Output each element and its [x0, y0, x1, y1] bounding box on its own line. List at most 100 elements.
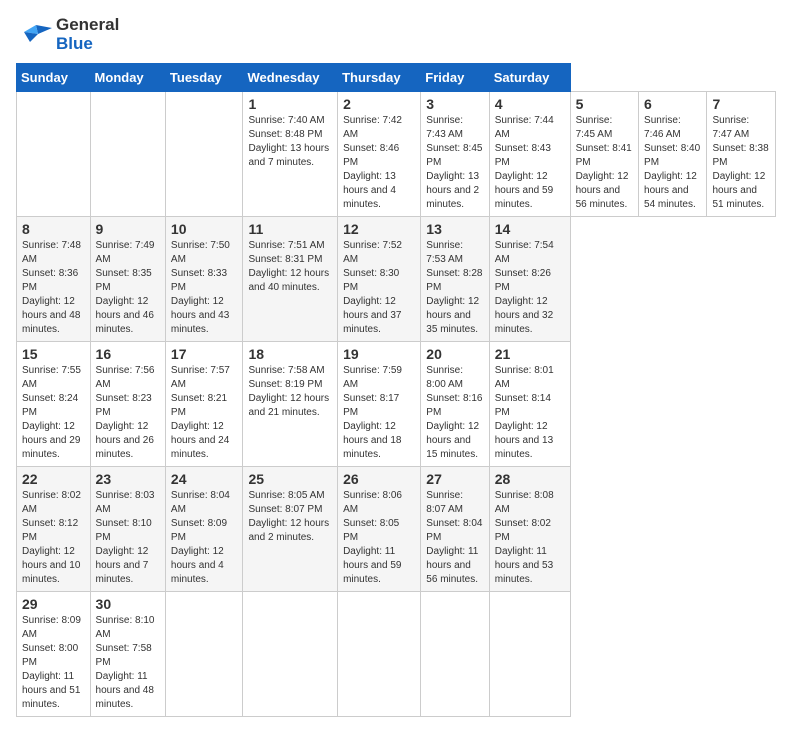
calendar-table: SundayMondayTuesdayWednesdayThursdayFrid… — [16, 63, 776, 717]
day-info: Sunrise: 8:02 AMSunset: 8:12 PMDaylight:… — [22, 489, 85, 587]
empty-cell — [489, 592, 570, 717]
day-info: Sunrise: 7:58 AMSunset: 8:19 PMDaylight:… — [248, 364, 332, 420]
day-info: Sunrise: 7:49 AMSunset: 8:35 PMDaylight:… — [96, 239, 160, 337]
day-number: 10 — [171, 221, 238, 237]
empty-cell — [17, 92, 91, 217]
day-info: Sunrise: 8:08 AMSunset: 8:02 PMDaylight:… — [495, 489, 565, 587]
empty-cell — [165, 592, 243, 717]
day-number: 18 — [248, 346, 332, 362]
weekday-header: Saturday — [489, 64, 570, 92]
day-cell: 1 Sunrise: 7:40 AMSunset: 8:48 PMDaylight… — [243, 92, 338, 217]
day-number: 21 — [495, 346, 565, 362]
day-info: Sunrise: 8:00 AMSunset: 8:16 PMDaylight:… — [426, 364, 483, 462]
day-cell: 14 Sunrise: 7:54 AMSunset: 8:26 PMDayligh… — [489, 217, 570, 342]
day-info: Sunrise: 7:57 AMSunset: 8:21 PMDaylight:… — [171, 364, 238, 462]
day-cell: 13 Sunrise: 7:53 AMSunset: 8:28 PMDayligh… — [421, 217, 489, 342]
day-number: 24 — [171, 471, 238, 487]
day-cell: 16 Sunrise: 7:56 AMSunset: 8:23 PMDayligh… — [90, 342, 165, 467]
day-number: 2 — [343, 96, 415, 112]
day-info: Sunrise: 7:55 AMSunset: 8:24 PMDaylight:… — [22, 364, 85, 462]
day-info: Sunrise: 7:50 AMSunset: 8:33 PMDaylight:… — [171, 239, 238, 337]
day-info: Sunrise: 7:42 AMSunset: 8:46 PMDaylight:… — [343, 114, 415, 212]
day-cell: 17 Sunrise: 7:57 AMSunset: 8:21 PMDayligh… — [165, 342, 243, 467]
day-cell: 12 Sunrise: 7:52 AMSunset: 8:30 PMDayligh… — [338, 217, 421, 342]
day-number: 27 — [426, 471, 483, 487]
day-number: 7 — [712, 96, 770, 112]
day-info: Sunrise: 8:04 AMSunset: 8:09 PMDaylight:… — [171, 489, 238, 587]
day-number: 13 — [426, 221, 483, 237]
day-cell: 27 Sunrise: 8:07 AMSunset: 8:04 PMDayligh… — [421, 467, 489, 592]
day-info: Sunrise: 8:05 AMSunset: 8:07 PMDaylight:… — [248, 489, 332, 545]
day-cell: 2 Sunrise: 7:42 AMSunset: 8:46 PMDaylight… — [338, 92, 421, 217]
day-info: Sunrise: 7:52 AMSunset: 8:30 PMDaylight:… — [343, 239, 415, 337]
day-cell: 8 Sunrise: 7:48 AMSunset: 8:36 PMDaylight… — [17, 217, 91, 342]
day-number: 16 — [96, 346, 160, 362]
day-cell: 28 Sunrise: 8:08 AMSunset: 8:02 PMDayligh… — [489, 467, 570, 592]
day-cell: 29Sunrise: 8:09 AMSunset: 8:00 PMDayligh… — [17, 592, 91, 717]
page-header: General Blue — [16, 16, 776, 53]
day-number: 22 — [22, 471, 85, 487]
day-info: Sunrise: 7:44 AMSunset: 8:43 PMDaylight:… — [495, 114, 565, 212]
empty-cell — [243, 592, 338, 717]
day-cell: 19 Sunrise: 7:59 AMSunset: 8:17 PMDayligh… — [338, 342, 421, 467]
day-info: Sunrise: 7:53 AMSunset: 8:28 PMDaylight:… — [426, 239, 483, 337]
day-cell: 25 Sunrise: 8:05 AMSunset: 8:07 PMDayligh… — [243, 467, 338, 592]
weekday-header: Wednesday — [243, 64, 338, 92]
day-number: 8 — [22, 221, 85, 237]
day-number: 12 — [343, 221, 415, 237]
day-number: 25 — [248, 471, 332, 487]
day-cell: 18 Sunrise: 7:58 AMSunset: 8:19 PMDayligh… — [243, 342, 338, 467]
day-cell: 9 Sunrise: 7:49 AMSunset: 8:35 PMDaylight… — [90, 217, 165, 342]
day-cell: 15 Sunrise: 7:55 AMSunset: 8:24 PMDayligh… — [17, 342, 91, 467]
empty-cell — [338, 592, 421, 717]
day-number: 28 — [495, 471, 565, 487]
day-number: 3 — [426, 96, 483, 112]
day-cell: 7 Sunrise: 7:47 AMSunset: 8:38 PMDaylight… — [707, 92, 776, 217]
day-cell: 20 Sunrise: 8:00 AMSunset: 8:16 PMDayligh… — [421, 342, 489, 467]
logo: General Blue — [16, 16, 119, 53]
day-cell: 26Sunrise: 8:06 AMSunset: 8:05 PMDayligh… — [338, 467, 421, 592]
day-cell: 5 Sunrise: 7:45 AMSunset: 8:41 PMDaylight… — [570, 92, 638, 217]
day-cell: 11Sunrise: 7:51 AMSunset: 8:31 PMDayligh… — [243, 217, 338, 342]
day-number: 9 — [96, 221, 160, 237]
day-number: 1 — [248, 96, 332, 112]
day-number: 30 — [96, 596, 160, 612]
empty-cell — [90, 92, 165, 217]
day-cell: 22 Sunrise: 8:02 AMSunset: 8:12 PMDayligh… — [17, 467, 91, 592]
day-number: 23 — [96, 471, 160, 487]
day-number: 26 — [343, 471, 415, 487]
day-info: Sunrise: 7:54 AMSunset: 8:26 PMDaylight:… — [495, 239, 565, 337]
day-info: Sunrise: 8:03 AMSunset: 8:10 PMDaylight:… — [96, 489, 160, 587]
empty-cell — [421, 592, 489, 717]
day-cell: 21 Sunrise: 8:01 AMSunset: 8:14 PMDayligh… — [489, 342, 570, 467]
day-info: Sunrise: 7:45 AMSunset: 8:41 PMDaylight:… — [576, 114, 633, 212]
day-info: Sunrise: 7:48 AMSunset: 8:36 PMDaylight:… — [22, 239, 85, 337]
day-number: 5 — [576, 96, 633, 112]
day-number: 14 — [495, 221, 565, 237]
weekday-header: Tuesday — [165, 64, 243, 92]
day-info: Sunrise: 8:10 AMSunset: 7:58 PMDaylight:… — [96, 614, 160, 712]
day-number: 6 — [644, 96, 701, 112]
day-info: Sunrise: 7:40 AMSunset: 8:48 PMDaylight:… — [248, 114, 332, 170]
day-info: Sunrise: 7:59 AMSunset: 8:17 PMDaylight:… — [343, 364, 415, 462]
weekday-header: Monday — [90, 64, 165, 92]
weekday-header: Sunday — [17, 64, 91, 92]
day-info: Sunrise: 8:07 AMSunset: 8:04 PMDaylight:… — [426, 489, 483, 587]
day-number: 17 — [171, 346, 238, 362]
day-cell: 4 Sunrise: 7:44 AMSunset: 8:43 PMDaylight… — [489, 92, 570, 217]
weekday-header: Thursday — [338, 64, 421, 92]
day-number: 15 — [22, 346, 85, 362]
day-info: Sunrise: 7:43 AMSunset: 8:45 PMDaylight:… — [426, 114, 483, 212]
day-cell: 23 Sunrise: 8:03 AMSunset: 8:10 PMDayligh… — [90, 467, 165, 592]
day-info: Sunrise: 8:01 AMSunset: 8:14 PMDaylight:… — [495, 364, 565, 462]
day-number: 20 — [426, 346, 483, 362]
logo-icon — [16, 20, 52, 50]
day-info: Sunrise: 7:56 AMSunset: 8:23 PMDaylight:… — [96, 364, 160, 462]
day-cell: 3 Sunrise: 7:43 AMSunset: 8:45 PMDaylight… — [421, 92, 489, 217]
day-number: 4 — [495, 96, 565, 112]
day-cell: 24 Sunrise: 8:04 AMSunset: 8:09 PMDayligh… — [165, 467, 243, 592]
day-info: Sunrise: 8:09 AMSunset: 8:00 PMDaylight:… — [22, 614, 85, 712]
day-number: 19 — [343, 346, 415, 362]
day-info: Sunrise: 7:47 AMSunset: 8:38 PMDaylight:… — [712, 114, 770, 212]
day-cell: 6Sunrise: 7:46 AMSunset: 8:40 PMDaylight… — [639, 92, 707, 217]
